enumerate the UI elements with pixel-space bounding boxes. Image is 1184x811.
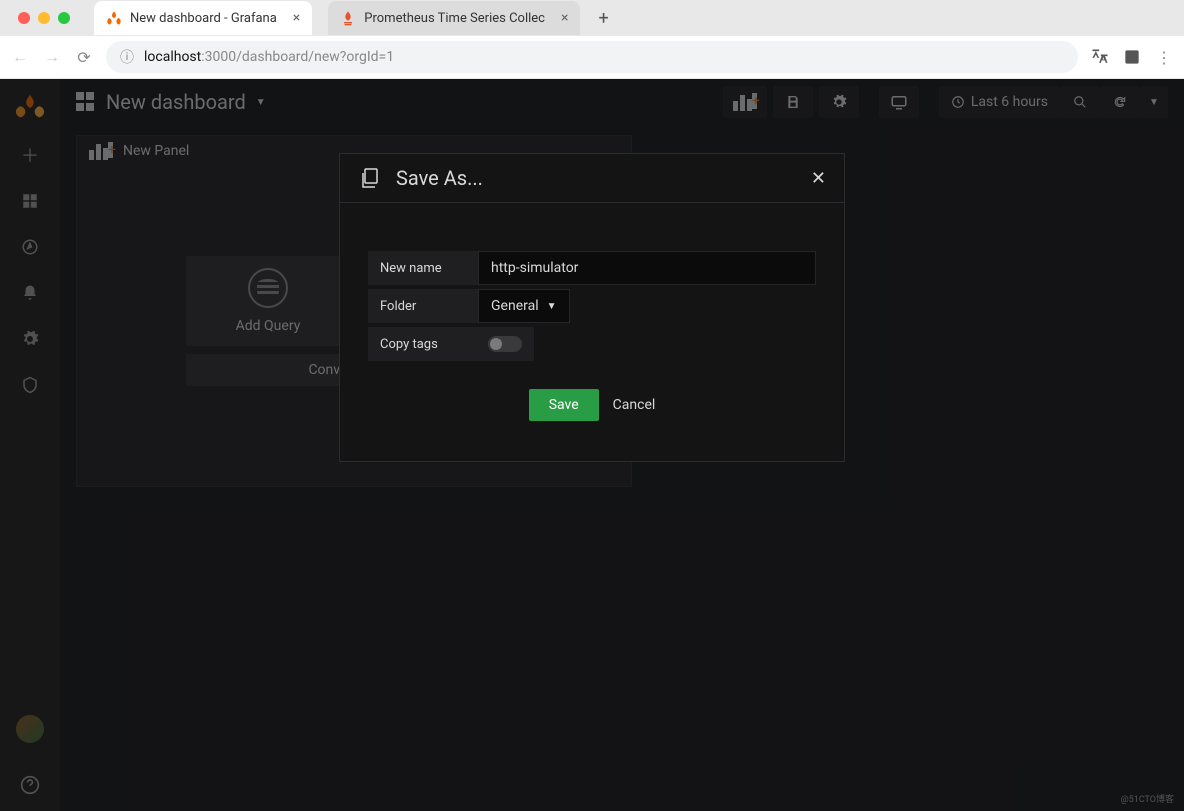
- window-zoom[interactable]: [58, 12, 70, 24]
- profile-icon[interactable]: [1122, 47, 1142, 67]
- forward-icon[interactable]: →: [42, 47, 62, 67]
- new-name-input[interactable]: [478, 251, 816, 285]
- url-field[interactable]: ⓘ localhost:3000/dashboard/new?orgId=1: [106, 41, 1078, 73]
- url-host: localhost: [144, 49, 201, 65]
- chevron-down-icon: ▼: [547, 301, 557, 312]
- copy-tags-label: Copy tags: [368, 327, 478, 361]
- close-icon[interactable]: ✕: [811, 168, 826, 189]
- close-icon[interactable]: ×: [293, 10, 300, 26]
- form-row-new-name: New name: [368, 251, 816, 285]
- new-name-label: New name: [368, 251, 478, 285]
- folder-select[interactable]: General ▼: [478, 289, 570, 323]
- save-button[interactable]: Save: [529, 389, 599, 421]
- form-row-folder: Folder General ▼: [368, 289, 816, 323]
- browser-chrome: New dashboard - Grafana × Prometheus Tim…: [0, 0, 1184, 79]
- watermark: @51CTO博客: [1121, 792, 1174, 805]
- new-tab-button[interactable]: +: [590, 8, 616, 29]
- browser-tab[interactable]: Prometheus Time Series Collec ×: [328, 1, 580, 35]
- modal-overlay[interactable]: Save As... ✕ New name Folder General ▼ C…: [0, 79, 1184, 811]
- modal-body: New name Folder General ▼ Copy tags: [340, 203, 844, 461]
- copy-tags-toggle[interactable]: [478, 327, 534, 361]
- toggle-track: [488, 336, 522, 352]
- menu-icon[interactable]: ⋮: [1154, 48, 1174, 67]
- close-icon[interactable]: ×: [561, 10, 568, 26]
- cancel-button[interactable]: Cancel: [613, 389, 656, 421]
- info-icon[interactable]: ⓘ: [120, 47, 134, 67]
- translate-icon[interactable]: [1090, 47, 1110, 67]
- modal-title: Save As...: [396, 166, 483, 190]
- window-close[interactable]: [18, 12, 30, 24]
- window-minimize[interactable]: [38, 12, 50, 24]
- window-controls: [10, 12, 78, 24]
- browser-tab-active[interactable]: New dashboard - Grafana ×: [94, 1, 312, 35]
- tab-title: New dashboard - Grafana: [130, 11, 277, 26]
- folder-label: Folder: [368, 289, 478, 323]
- modal-header: Save As... ✕: [340, 154, 844, 203]
- tab-title: Prometheus Time Series Collec: [364, 11, 545, 26]
- grafana-app: ＋ New dashboard ▼: [0, 79, 1184, 811]
- copy-icon: [358, 166, 382, 190]
- form-row-copy-tags: Copy tags: [368, 327, 816, 361]
- back-icon[interactable]: ←: [10, 47, 30, 67]
- url-path: :3000/dashboard/new?orgId=1: [201, 49, 394, 65]
- grafana-favicon: [106, 10, 122, 26]
- tab-bar: New dashboard - Grafana × Prometheus Tim…: [0, 0, 1184, 36]
- address-bar: ← → ⟳ ⓘ localhost:3000/dashboard/new?org…: [0, 36, 1184, 78]
- reload-icon[interactable]: ⟳: [74, 48, 94, 67]
- folder-value: General: [491, 298, 539, 314]
- prometheus-favicon: [340, 10, 356, 26]
- save-as-modal: Save As... ✕ New name Folder General ▼ C…: [339, 153, 845, 462]
- modal-actions: Save Cancel: [368, 365, 816, 449]
- toggle-knob: [490, 338, 502, 350]
